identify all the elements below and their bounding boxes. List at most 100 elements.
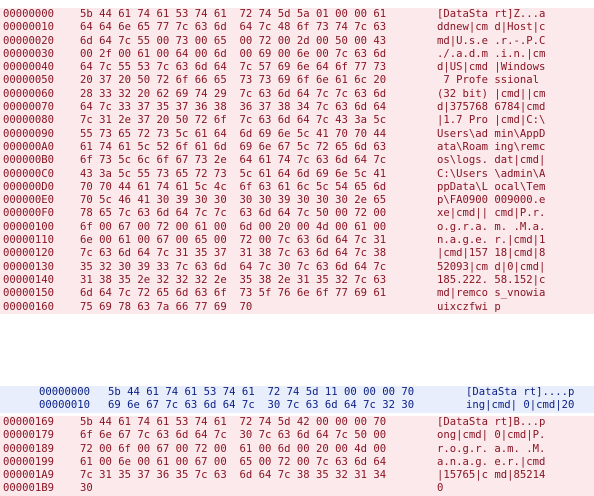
hex-row[interactable]: 00000010 69 6e 67 7c 63 6d 64 7c 30 7c 63… — [0, 399, 594, 413]
ascii-cell: d|US|cmd |Windows — [437, 61, 546, 74]
hex-bytes-cell: 75 69 78 63 7a 66 77 69 70 — [80, 300, 253, 313]
hex-row[interactable]: 00000189 72 00 6f 00 67 00 72 00 61 00 6d… — [0, 442, 594, 456]
offset-cell: 000000F0 — [3, 207, 55, 220]
hex-bytes-cell: 64 7c 55 53 7c 63 6d 64 7c 57 69 6e 64 6… — [80, 61, 387, 74]
hex-row[interactable]: 000000C0 43 3a 5c 55 73 65 72 73 5c 61 64… — [0, 167, 594, 181]
ascii-cell: 52093|cm d|0|cmd| — [437, 260, 546, 273]
ascii-cell: C:\Users \admin\A — [437, 167, 546, 180]
hex-block-stream-3: 00000169 5b 44 61 74 61 53 74 61 72 74 5d… — [0, 416, 594, 496]
ascii-cell: a.n.a.g. e.r.|cmd — [437, 455, 546, 468]
offset-cell: 00000199 — [3, 455, 55, 468]
hex-row[interactable]: 00000000 5b 44 61 74 61 53 74 61 72 74 5d… — [0, 8, 594, 22]
offset-cell: 00000050 — [3, 74, 55, 87]
hex-bytes-cell: 30 — [80, 482, 93, 495]
offset-cell: 00000120 — [3, 247, 55, 260]
ascii-cell: 7 Profe ssional — [437, 74, 546, 87]
hex-row[interactable]: 00000030 00 2f 00 61 00 64 00 6d 00 69 00… — [0, 47, 594, 62]
ascii-cell: 185.222. 58.152|c — [437, 273, 546, 286]
offset-cell: 00000000 — [3, 8, 55, 20]
hex-row[interactable]: 000001B9 30 0 — [0, 482, 594, 496]
hex-row[interactable]: 00000080 7c 31 2e 37 20 50 72 6f 7c 63 6d… — [0, 114, 594, 128]
hex-row[interactable]: 00000040 64 7c 55 53 7c 63 6d 64 7c 57 69… — [0, 61, 594, 75]
ascii-cell: md|U.s.e .r.-.P.C — [437, 34, 546, 47]
hex-bytes-cell: 5b 44 61 74 61 53 74 61 72 74 5d 5a 01 0… — [80, 8, 387, 20]
ascii-cell: 0 — [437, 482, 444, 495]
offset-cell: 000001B9 — [3, 482, 55, 495]
hex-row[interactable]: 00000060 28 33 32 20 62 69 74 29 7c 63 6d… — [0, 87, 594, 102]
offset-cell: 00000010 — [3, 21, 55, 34]
offset-cell: 00000010 — [39, 399, 91, 412]
hex-row[interactable]: 00000179 6f 6e 67 7c 63 6d 64 7c 30 7c 63… — [0, 429, 594, 443]
hex-row[interactable]: 00000100 6f 00 67 00 72 00 61 00 6d 00 20… — [0, 220, 594, 235]
ascii-cell: (32 bit) |cmd||cm — [437, 87, 546, 100]
hex-bytes-cell: 31 38 35 2e 32 32 32 2e 35 38 2e 31 35 3… — [80, 273, 387, 286]
offset-cell: 00000110 — [3, 234, 55, 247]
offset-cell: 00000130 — [3, 260, 55, 273]
hex-bytes-cell: 28 33 32 20 62 69 74 29 7c 63 6d 64 7c 7… — [80, 87, 387, 100]
offset-cell: 00000030 — [3, 47, 55, 60]
offset-cell: 00000189 — [3, 442, 55, 455]
hex-bytes-cell: 69 6e 67 7c 63 6d 64 7c 30 7c 63 6d 64 7… — [108, 399, 415, 412]
hex-row[interactable]: 00000199 61 00 6e 00 61 00 67 00 65 00 72… — [0, 455, 594, 470]
hex-row[interactable]: 000001A9 7c 31 35 37 36 35 7c 63 6d 64 7c… — [0, 469, 594, 483]
ascii-cell: ing|cmd| 0|cmd|20 — [466, 399, 575, 412]
ascii-cell: ./.a.d.m .i.n.|cm — [437, 47, 546, 60]
hex-row[interactable]: 00000110 6e 00 61 00 67 00 65 00 72 00 7c… — [0, 234, 594, 248]
hex-bytes-cell: 00 2f 00 61 00 64 00 6d 00 69 00 6e 00 7… — [80, 47, 387, 60]
hex-row[interactable]: 00000050 20 37 20 50 72 6f 66 65 73 73 69… — [0, 74, 594, 88]
hex-dump-view[interactable]: 00000000 5b 44 61 74 61 53 74 61 72 74 5d… — [0, 0, 594, 496]
hex-bytes-cell: 70 70 44 61 74 61 5c 4c 6f 63 61 6c 5c 5… — [80, 180, 387, 193]
ascii-cell: [DataSta rt]Z...a — [437, 8, 546, 20]
ascii-cell: Users\ad min\AppD — [437, 127, 546, 140]
offset-cell: 00000140 — [3, 273, 55, 286]
offset-cell: 00000040 — [3, 61, 55, 74]
hex-row[interactable]: 00000070 64 7c 33 37 35 37 36 38 36 37 38… — [0, 101, 594, 115]
hex-row[interactable]: 00000130 35 32 30 39 33 7c 63 6d 64 7c 30… — [0, 260, 594, 274]
hex-bytes-cell: 6d 64 7c 72 65 6d 63 6f 73 5f 76 6e 6f 7… — [80, 287, 387, 300]
hex-bytes-cell: 78 65 7c 63 6d 64 7c 7c 63 6d 64 7c 50 0… — [80, 207, 387, 220]
offset-cell: 00000179 — [3, 429, 55, 442]
hex-row[interactable]: 000000F0 78 65 7c 63 6d 64 7c 7c 63 6d 64… — [0, 207, 594, 221]
ascii-cell: ata\Roam ing\remc — [437, 140, 546, 153]
ascii-cell: [DataSta rt]....p — [466, 386, 575, 398]
offset-cell: 000000A0 — [3, 140, 55, 153]
hex-bytes-cell: 6f 73 5c 6c 6f 67 73 2e 64 61 74 7c 63 6… — [80, 154, 387, 167]
hex-row[interactable]: 00000020 6d 64 7c 55 00 73 00 65 00 72 00… — [0, 34, 594, 48]
hex-bytes-cell: 7c 31 2e 37 20 50 72 6f 7c 63 6d 64 7c 4… — [80, 114, 387, 127]
offset-cell: 00000150 — [3, 287, 55, 300]
hex-row[interactable]: 00000169 5b 44 61 74 61 53 74 61 72 74 5d… — [0, 416, 594, 430]
ascii-cell: ong|cmd| 0|cmd|P. — [437, 429, 546, 442]
hex-row[interactable]: 00000150 6d 64 7c 72 65 6d 63 6f 73 5f 76… — [0, 287, 594, 301]
hex-bytes-cell: 70 5c 46 41 30 39 30 30 30 30 39 30 30 3… — [80, 194, 387, 207]
hex-bytes-cell: 61 74 61 5c 52 6f 61 6d 69 6e 67 5c 72 6… — [80, 140, 387, 153]
ascii-cell: d|375768 6784|cmd — [437, 101, 546, 114]
hex-bytes-cell: 6d 64 7c 55 00 73 00 65 00 72 00 2d 00 5… — [80, 34, 387, 47]
ascii-cell: xe|cmd|| cmd|P.r. — [437, 207, 546, 220]
hex-row[interactable]: 00000160 75 69 78 63 7a 66 77 69 70 uixczf… — [0, 300, 594, 314]
offset-cell: 00000169 — [3, 416, 55, 428]
hex-row[interactable]: 00000090 55 73 65 72 73 5c 61 64 6d 69 6e… — [0, 127, 594, 141]
hex-row[interactable]: 000000D0 70 70 44 61 74 61 5c 4c 6f 63 61… — [0, 180, 594, 195]
hex-bytes-cell: 6f 6e 67 7c 63 6d 64 7c 30 7c 63 6d 64 7… — [80, 429, 387, 442]
hex-bytes-cell: 72 00 6f 00 67 00 72 00 61 00 6d 00 20 0… — [80, 442, 387, 455]
hex-bytes-cell: 61 00 6e 00 61 00 67 00 65 00 72 00 7c 6… — [80, 455, 387, 468]
offset-cell: 00000060 — [3, 87, 55, 100]
hex-row[interactable]: 00000000 5b 44 61 74 61 53 74 61 72 74 5d… — [0, 386, 594, 400]
hex-bytes-cell: 64 7c 33 37 35 37 36 38 36 37 38 34 7c 6… — [80, 101, 387, 114]
offset-cell: 000000C0 — [3, 167, 55, 180]
ascii-cell: ddnew|cm d|Host|c — [437, 21, 546, 34]
hex-bytes-cell: 35 32 30 39 33 7c 63 6d 64 7c 30 7c 63 6… — [80, 260, 387, 273]
hex-bytes-cell: 20 37 20 50 72 6f 66 65 73 73 69 6f 6e 6… — [80, 74, 387, 87]
hex-row[interactable]: 000000E0 70 5c 46 41 30 39 30 30 30 30 39… — [0, 194, 594, 208]
hex-bytes-cell: 6f 00 67 00 72 00 61 00 6d 00 20 00 4d 0… — [80, 220, 387, 233]
hex-row[interactable]: 00000140 31 38 35 2e 32 32 32 2e 35 38 2e… — [0, 273, 594, 288]
hex-row[interactable]: 000000B0 6f 73 5c 6c 6f 67 73 2e 64 61 74… — [0, 154, 594, 168]
hex-bytes-cell: 7c 63 6d 64 7c 31 35 37 31 38 7c 63 6d 6… — [80, 247, 387, 260]
ascii-cell: os\logs. dat|cmd| — [437, 154, 546, 167]
offset-cell: 00000090 — [3, 127, 55, 140]
offset-cell: 00000020 — [3, 34, 55, 47]
hex-row[interactable]: 00000010 64 64 6e 65 77 7c 63 6d 64 7c 48… — [0, 21, 594, 35]
hex-row[interactable]: 00000120 7c 63 6d 64 7c 31 35 37 31 38 7c… — [0, 247, 594, 261]
offset-cell: 00000100 — [3, 220, 55, 233]
hex-row[interactable]: 000000A0 61 74 61 5c 52 6f 61 6d 69 6e 67… — [0, 140, 594, 155]
